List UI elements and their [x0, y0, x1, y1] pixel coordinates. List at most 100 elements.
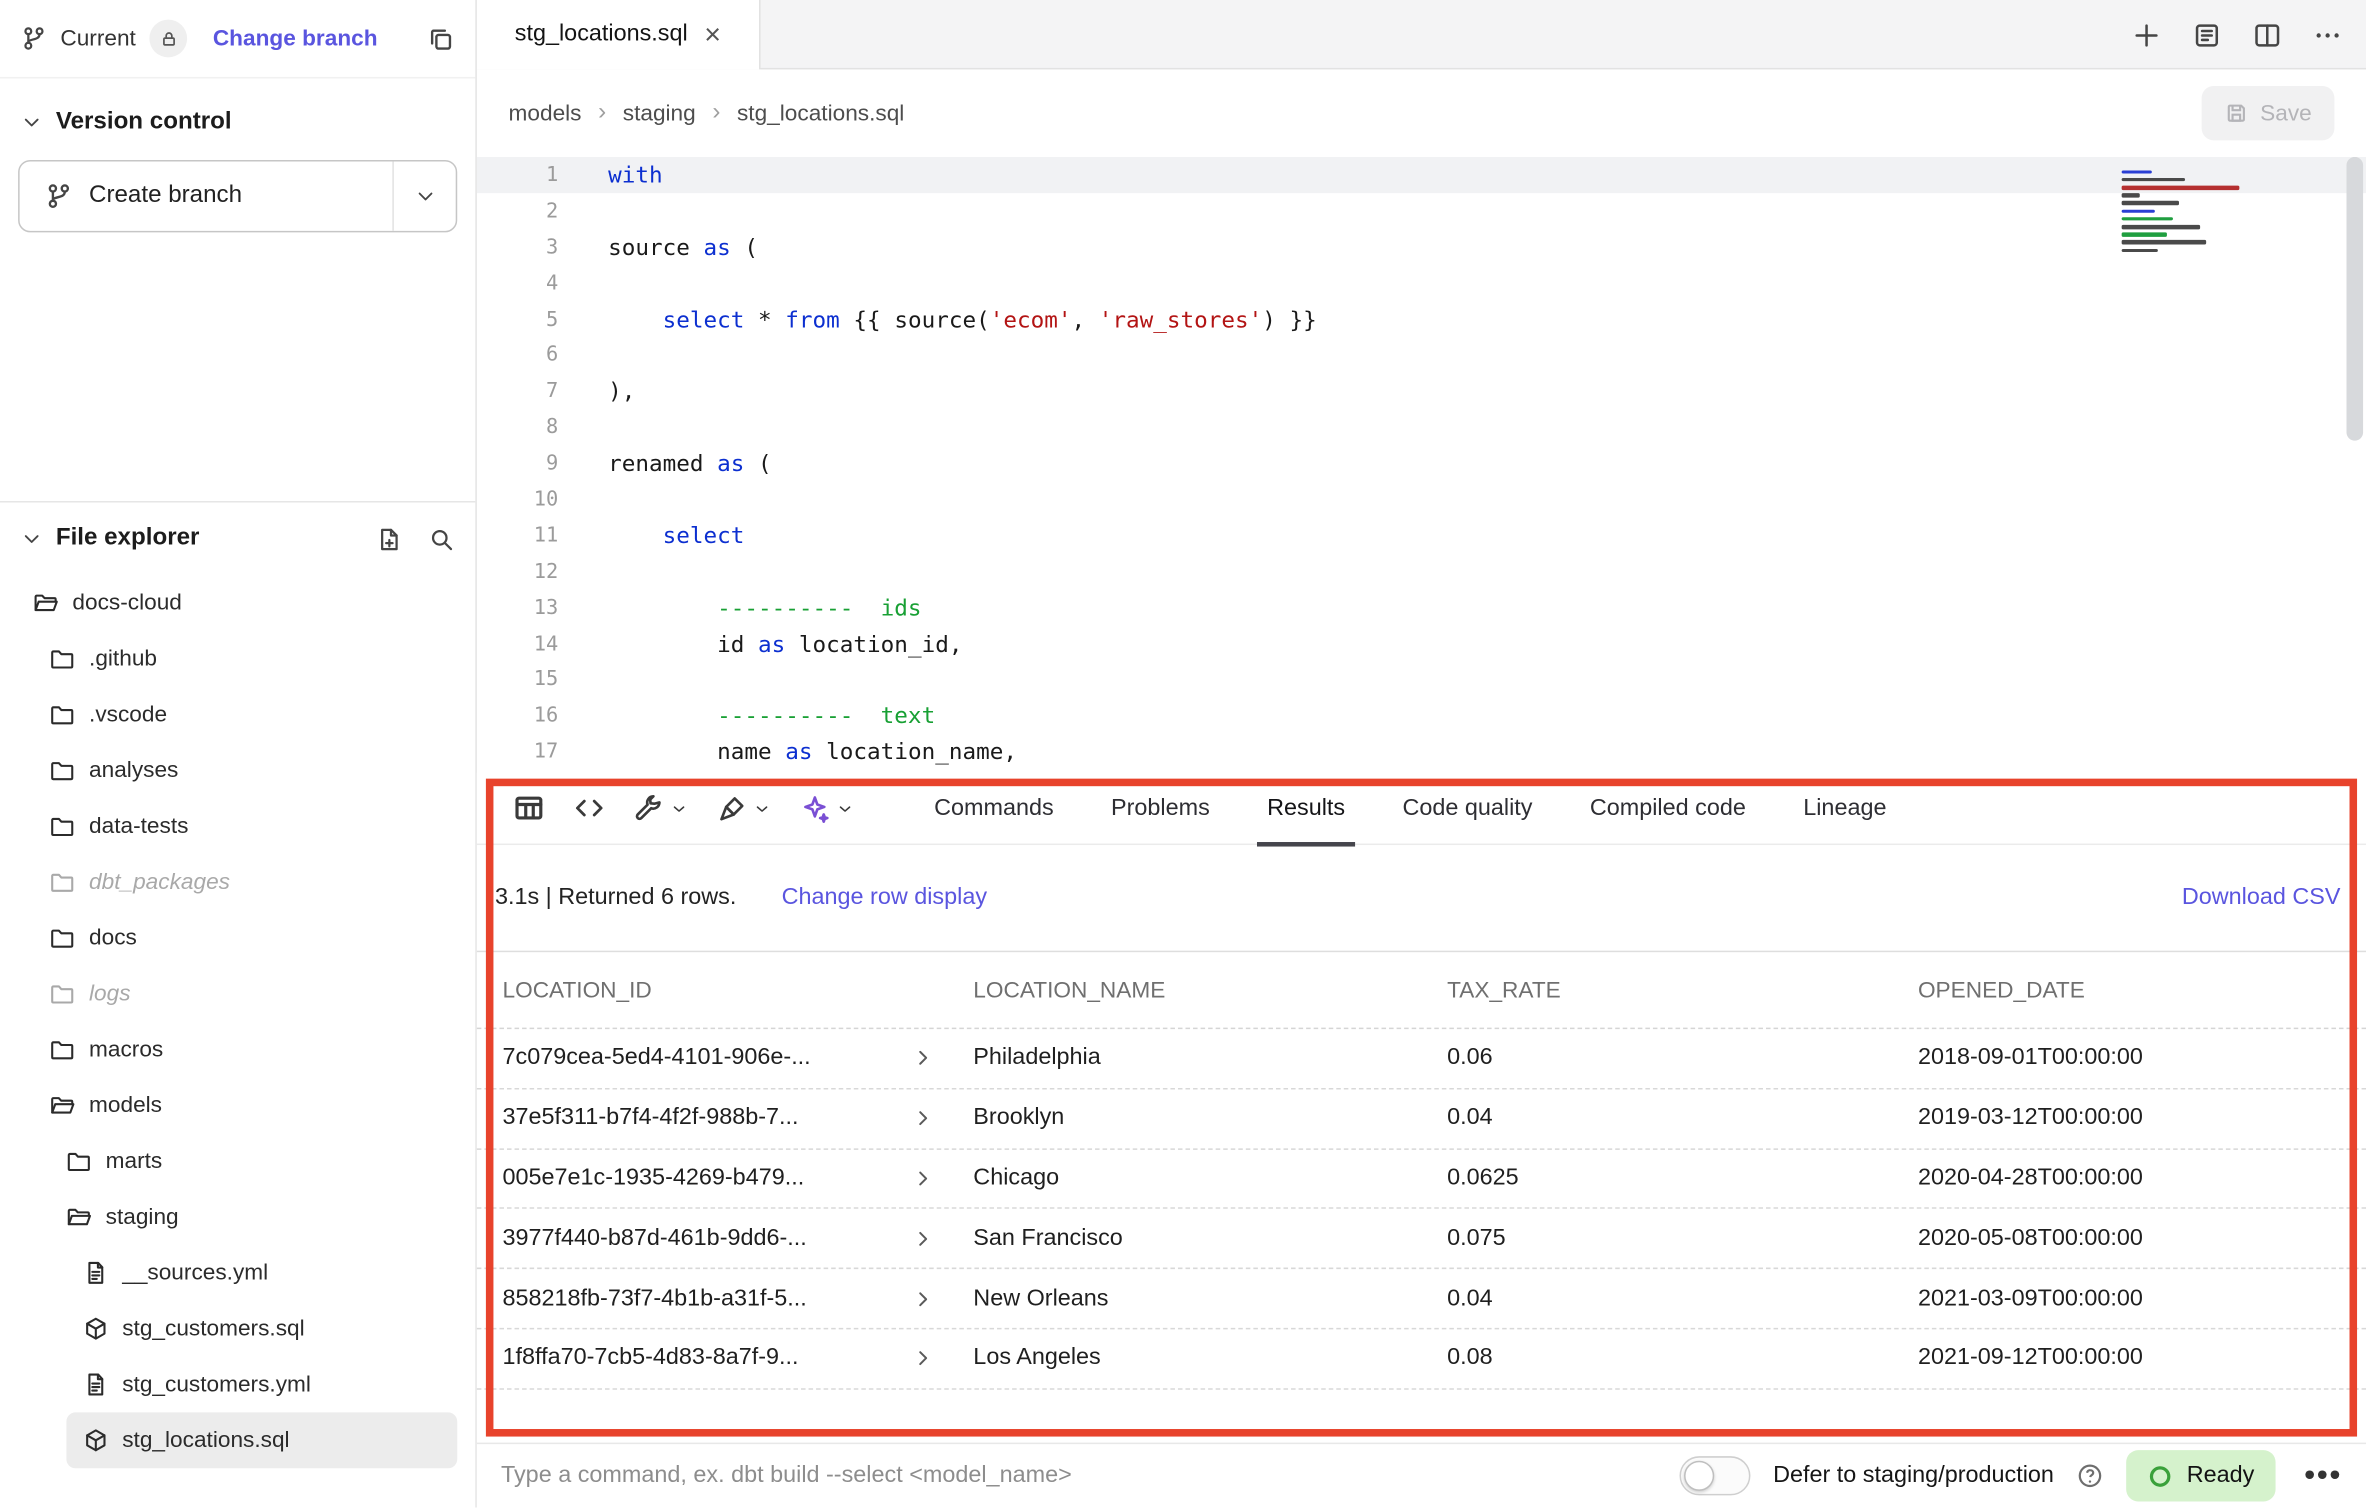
- search-icon[interactable]: [429, 526, 455, 552]
- status-badge[interactable]: Ready: [2126, 1450, 2275, 1501]
- change-row-display-link[interactable]: Change row display: [782, 884, 987, 911]
- file-icon: [83, 1260, 109, 1286]
- file-tree-item-stg-locations-sql[interactable]: stg_locations.sql: [66, 1412, 457, 1468]
- version-control-section-header[interactable]: Version control: [0, 78, 475, 156]
- file-tree-item-logs[interactable]: logs: [0, 966, 475, 1022]
- line-number: 9: [477, 451, 558, 475]
- build-tools-icon[interactable]: [634, 793, 688, 823]
- results-table: LOCATION_IDLOCATION_NAMETAX_RATEOPENED_D…: [477, 951, 2366, 1390]
- sql-code-icon[interactable]: [573, 792, 605, 824]
- expand-row-icon[interactable]: [913, 1288, 934, 1309]
- defer-toggle[interactable]: [1680, 1456, 1751, 1495]
- expand-row-icon[interactable]: [913, 1108, 934, 1129]
- ai-assist-icon[interactable]: [800, 793, 854, 823]
- version-control-title: Version control: [56, 109, 232, 136]
- file-tree-item--vscode[interactable]: .vscode: [0, 687, 475, 743]
- line-number: 10: [477, 487, 558, 511]
- expand-row-icon[interactable]: [913, 1348, 934, 1369]
- breadcrumb-item[interactable]: stg_locations.sql: [737, 100, 904, 126]
- folder-icon: [50, 702, 76, 728]
- editor-tab-bar: stg_locations.sql ×: [477, 0, 2366, 69]
- folder-icon: [50, 758, 76, 784]
- code-text: ---------- text: [558, 702, 935, 729]
- code-editor[interactable]: 1with23source as (45 select * from {{ so…: [477, 157, 2366, 773]
- column-header-opened_date: OPENED_DATE: [1918, 977, 2366, 1003]
- panel-tab-results[interactable]: Results: [1238, 772, 1373, 844]
- panel-tabs: CommandsProblemsResultsCode qualityCompi…: [905, 772, 1915, 844]
- git-branch-icon: [21, 26, 47, 52]
- cell-location-id: 1f8ffa70-7cb5-4d83-8a7f-9...: [502, 1345, 798, 1372]
- panel-tab-commands[interactable]: Commands: [905, 772, 1082, 844]
- file-tree: docs-cloud .github .vscodeanalysesdata-tes…: [0, 575, 475, 1468]
- chevron-down-icon: [21, 112, 42, 133]
- file-tree-item-marts[interactable]: marts: [0, 1133, 475, 1189]
- new-file-icon[interactable]: [376, 526, 402, 552]
- tab-stg-locations-sql[interactable]: stg_locations.sql ×: [477, 0, 761, 69]
- line-number: 15: [477, 668, 558, 692]
- minimap[interactable]: [2122, 166, 2255, 256]
- command-input[interactable]: Type a command, ex. dbt build --select <…: [501, 1462, 1072, 1489]
- expand-row-icon[interactable]: [913, 1228, 934, 1249]
- file-tree-item-docs-cloud[interactable]: docs-cloud: [0, 575, 475, 631]
- folder-open-icon: [66, 1204, 92, 1230]
- create-branch-dropdown-button[interactable]: [392, 161, 455, 230]
- editor-more-options-icon[interactable]: [2313, 20, 2342, 49]
- help-icon[interactable]: [2077, 1462, 2104, 1489]
- code-line-16: 16 ---------- text: [477, 698, 2366, 734]
- file-name: staging: [106, 1204, 179, 1230]
- split-editor-icon[interactable]: [2253, 20, 2282, 49]
- breadcrumb-item[interactable]: staging: [623, 100, 696, 126]
- code-text: renamed as (: [558, 450, 771, 477]
- copy-branch-icon[interactable]: [427, 25, 454, 52]
- file-tree-item-stg-customers-yml[interactable]: stg_customers.yml: [0, 1357, 475, 1413]
- results-grid-icon[interactable]: [513, 792, 545, 824]
- breadcrumb-item[interactable]: models: [509, 100, 582, 126]
- cell-location-name: Brooklyn: [973, 1105, 1447, 1132]
- file-name: stg_customers.sql: [122, 1316, 304, 1342]
- format-code-icon[interactable]: [717, 793, 771, 823]
- new-tab-icon[interactable]: [2132, 20, 2161, 49]
- cell-opened-date: 2020-04-28T00:00:00: [1918, 1165, 2366, 1192]
- file-tree-item--sources-yml[interactable]: __sources.yml: [0, 1245, 475, 1301]
- file-tree-item-staging[interactable]: staging: [0, 1189, 475, 1245]
- file-explorer-header[interactable]: File explorer: [0, 502, 475, 574]
- editor-list-icon[interactable]: [2193, 20, 2222, 49]
- table-row: 3977f440-b87d-461b-9dd6-...San Francisco…: [477, 1209, 2366, 1269]
- panel-tab-problems[interactable]: Problems: [1082, 772, 1238, 844]
- code-text: select * from {{ source('ecom', 'raw_sto…: [558, 306, 1316, 333]
- tab-title: stg_locations.sql: [515, 21, 688, 48]
- file-tree-item-data-tests[interactable]: data-tests: [0, 798, 475, 854]
- code-line-12: 12: [477, 553, 2366, 589]
- file-name: .github: [89, 646, 157, 672]
- code-line-6: 6: [477, 337, 2366, 373]
- file-tree-item-models[interactable]: models: [0, 1077, 475, 1133]
- file-tree-item-dbt-packages[interactable]: dbt_packages: [0, 854, 475, 910]
- expand-row-icon[interactable]: [913, 1048, 934, 1069]
- panel-tab-code-quality[interactable]: Code quality: [1374, 772, 1561, 844]
- create-branch-button[interactable]: Create branch: [18, 160, 457, 232]
- panel-tab-compiled-code[interactable]: Compiled code: [1561, 772, 1774, 844]
- file-tree-item-docs[interactable]: docs: [0, 910, 475, 966]
- table-row: 858218fb-73f7-4b1b-a31f-5...New Orleans0…: [477, 1269, 2366, 1329]
- results-table-header: LOCATION_IDLOCATION_NAMETAX_RATEOPENED_D…: [477, 951, 2366, 1029]
- editor-scrollbar[interactable]: [2346, 157, 2363, 441]
- code-line-5: 5 select * from {{ source('ecom', 'raw_s…: [477, 301, 2366, 337]
- defer-label: Defer to staging/production: [1773, 1462, 2054, 1489]
- panel-tab-lineage[interactable]: Lineage: [1775, 772, 1916, 844]
- command-bar-more-icon[interactable]: •••: [2304, 1458, 2342, 1494]
- code-line-15: 15: [477, 662, 2366, 698]
- file-icon: [83, 1372, 109, 1398]
- results-status-row: 3.1s | Returned 6 rows. Change row displ…: [477, 845, 2366, 951]
- expand-row-icon[interactable]: [913, 1168, 934, 1189]
- download-csv-link[interactable]: Download CSV: [2182, 884, 2341, 911]
- file-tree-item-stg-customers-sql[interactable]: stg_customers.sql: [0, 1301, 475, 1357]
- close-tab-icon[interactable]: ×: [704, 20, 721, 49]
- folder-icon: [50, 813, 76, 839]
- save-button[interactable]: Save: [2201, 86, 2334, 140]
- file-tree-item-macros[interactable]: macros: [0, 1022, 475, 1078]
- cell-opened-date: 2021-03-09T00:00:00: [1918, 1285, 2366, 1312]
- file-tree-item--github[interactable]: .github: [0, 631, 475, 687]
- code-line-14: 14 id as location_id,: [477, 626, 2366, 662]
- file-tree-item-analyses[interactable]: analyses: [0, 742, 475, 798]
- change-branch-link[interactable]: Change branch: [213, 26, 378, 52]
